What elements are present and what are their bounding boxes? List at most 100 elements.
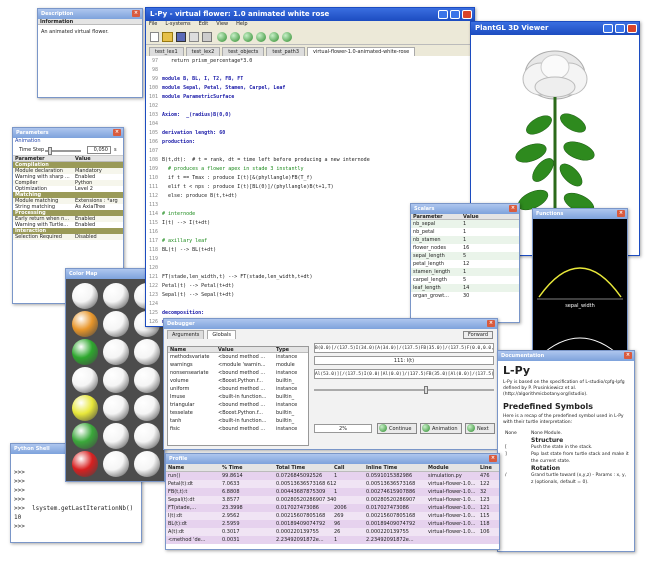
scalar-value[interactable]: 1 bbox=[463, 236, 466, 244]
close-icon[interactable] bbox=[462, 10, 472, 19]
color-swatch[interactable] bbox=[103, 395, 129, 421]
time-step-field[interactable]: 0,050 bbox=[87, 146, 111, 154]
scalar-value[interactable]: 1 bbox=[463, 268, 466, 276]
color-swatch[interactable] bbox=[72, 423, 98, 449]
scalar-value[interactable]: 1 bbox=[463, 228, 466, 236]
viewer-titlebar[interactable]: PlantGL 3D Viewer bbox=[471, 22, 639, 35]
color-swatch[interactable] bbox=[72, 339, 98, 365]
table-row[interactable]: nonsenseariate <bound method ... instance bbox=[168, 369, 308, 377]
col-time[interactable]: % Time bbox=[222, 464, 242, 471]
animation-button[interactable]: Animation bbox=[420, 423, 462, 434]
step-icon[interactable] bbox=[230, 32, 240, 42]
table-row[interactable]: leaf_length 14 bbox=[411, 284, 519, 292]
slider-handle[interactable] bbox=[424, 386, 428, 394]
col-module[interactable]: Module bbox=[428, 464, 449, 471]
maximize-icon[interactable] bbox=[615, 24, 625, 33]
color-swatch[interactable] bbox=[134, 451, 160, 477]
scalar-value[interactable]: 16 bbox=[463, 244, 469, 252]
scalar-value[interactable]: 14 bbox=[463, 284, 469, 292]
pause-icon[interactable] bbox=[243, 32, 253, 42]
documentation-titlebar[interactable]: Documentation × bbox=[498, 351, 634, 361]
table-row[interactable]: nb_sepal 1 bbox=[411, 220, 519, 228]
tab-file[interactable]: test_lex2 bbox=[185, 47, 221, 56]
color-swatch[interactable] bbox=[72, 283, 98, 309]
color-swatch[interactable] bbox=[134, 367, 160, 393]
color-swatch[interactable] bbox=[103, 367, 129, 393]
table-row[interactable]: petal_length 12 bbox=[411, 260, 519, 268]
forward-dropdown[interactable]: Forward bbox=[463, 331, 493, 339]
profile-titlebar[interactable]: Profile × bbox=[166, 454, 499, 464]
table-row[interactable]: tanh <built-in function... builtin_ bbox=[168, 417, 308, 425]
tab-file[interactable]: test_objects bbox=[222, 47, 265, 56]
tab-file[interactable]: test_lex1 bbox=[149, 47, 184, 56]
scalar-value[interactable]: 12 bbox=[463, 260, 469, 268]
tab-file[interactable]: virtual-flower-1.0-animated-white-rose bbox=[307, 47, 416, 56]
table-row[interactable]: run() 99.8614 0.0726845092526 1 0.0591015382… bbox=[166, 472, 499, 480]
run-icon[interactable] bbox=[282, 32, 292, 42]
close-icon[interactable]: × bbox=[509, 205, 517, 212]
color-swatch[interactable] bbox=[72, 367, 98, 393]
table-row[interactable]: sepal_length 5 bbox=[411, 252, 519, 260]
slider-handle[interactable] bbox=[48, 147, 52, 155]
color-swatch[interactable] bbox=[72, 311, 98, 337]
close-icon[interactable] bbox=[627, 24, 637, 33]
color-swatch[interactable] bbox=[103, 311, 129, 337]
color-swatch[interactable] bbox=[103, 451, 129, 477]
menu-lsystems[interactable]: L-systems bbox=[165, 21, 190, 27]
description-titlebar[interactable]: Description × bbox=[38, 9, 142, 19]
table-row[interactable]: volume <Boost.Python.f... builtin_ bbox=[168, 377, 308, 385]
table-row[interactable]: nb_petal 1 bbox=[411, 228, 519, 236]
open-folder-icon[interactable] bbox=[162, 32, 173, 42]
time-step-slider[interactable] bbox=[45, 147, 81, 155]
rewind-icon[interactable] bbox=[217, 32, 227, 42]
table-row[interactable]: stamen_length 1 bbox=[411, 268, 519, 276]
maximize-icon[interactable] bbox=[450, 10, 460, 19]
stop-icon[interactable] bbox=[202, 32, 212, 42]
minimize-icon[interactable] bbox=[603, 24, 613, 33]
stop-circle-icon[interactable] bbox=[256, 32, 266, 42]
color-swatch[interactable] bbox=[134, 423, 160, 449]
table-row[interactable]: String matching As AxialTree bbox=[13, 204, 123, 210]
color-swatch[interactable] bbox=[134, 395, 160, 421]
minimize-icon[interactable] bbox=[438, 10, 448, 19]
menu-file[interactable]: File bbox=[149, 21, 157, 27]
table-row[interactable]: Optimization Level 2 bbox=[13, 186, 123, 192]
debugger-titlebar[interactable]: Debugger × bbox=[164, 319, 497, 329]
col-name[interactable]: Name bbox=[168, 464, 184, 471]
functions-titlebar[interactable]: Functions × bbox=[533, 209, 627, 219]
table-row[interactable]: FB(t,t):t 6.8808 0.00443687875309 1 0.002746… bbox=[166, 488, 499, 496]
table-row[interactable]: Sepal(t):dt 3.8577 0.00280520286907 340 0.0… bbox=[166, 496, 499, 504]
parameters-titlebar[interactable]: Parameters × bbox=[13, 128, 123, 138]
table-row[interactable]: <method 'de... 0.0031 2.23492091872e... 1 2.… bbox=[166, 536, 499, 544]
scalar-value[interactable]: 5 bbox=[463, 252, 466, 260]
color-swatch[interactable] bbox=[103, 339, 129, 365]
tab-file[interactable]: test_path3 bbox=[266, 47, 306, 56]
table-row[interactable]: nb_stamen 1 bbox=[411, 236, 519, 244]
table-row[interactable]: BL(t):dt 2.5959 0.00189409074792 96 0.001894… bbox=[166, 520, 499, 528]
table-row[interactable]: Selection Required Disabled bbox=[13, 234, 123, 240]
table-row[interactable]: flower_nodes 16 bbox=[411, 244, 519, 252]
copy-icon[interactable] bbox=[189, 32, 199, 42]
table-row[interactable]: I(t):dt 2.9562 0.00215607805168 269 0.002156… bbox=[166, 512, 499, 520]
menu-edit[interactable]: Edit bbox=[199, 21, 209, 27]
tab-arguments[interactable]: Arguments bbox=[167, 330, 205, 339]
animate-icon[interactable] bbox=[269, 32, 279, 42]
scalars-titlebar[interactable]: Scalars × bbox=[411, 204, 519, 214]
table-row[interactable]: warnings <module 'warnin... module bbox=[168, 361, 308, 369]
scalar-value[interactable]: 5 bbox=[463, 276, 466, 284]
debug-slider[interactable] bbox=[314, 386, 494, 394]
scalar-value[interactable]: 30 bbox=[463, 292, 469, 300]
col-line[interactable]: Line bbox=[480, 464, 492, 471]
table-row[interactable]: Warning with Turtle... Enabled bbox=[13, 222, 123, 228]
new-file-icon[interactable] bbox=[150, 32, 159, 42]
close-icon[interactable]: × bbox=[487, 320, 495, 327]
table-row[interactable]: tesselate <Boost.Python.f... builtin_ bbox=[168, 409, 308, 417]
color-swatch[interactable] bbox=[134, 339, 160, 365]
table-row[interactable]: Petal(t):dt 7.0633 0.00513636573168 612 0.0… bbox=[166, 480, 499, 488]
table-row[interactable]: triangular <bound method ... instance bbox=[168, 401, 308, 409]
table-row[interactable]: A(t):dt 0.3017 0.000220139755 26 0.000220139… bbox=[166, 528, 499, 536]
color-swatch[interactable] bbox=[103, 423, 129, 449]
color-swatch[interactable] bbox=[103, 283, 129, 309]
close-icon[interactable]: × bbox=[617, 210, 625, 217]
table-row[interactable]: uniform <bound method ... instance bbox=[168, 385, 308, 393]
